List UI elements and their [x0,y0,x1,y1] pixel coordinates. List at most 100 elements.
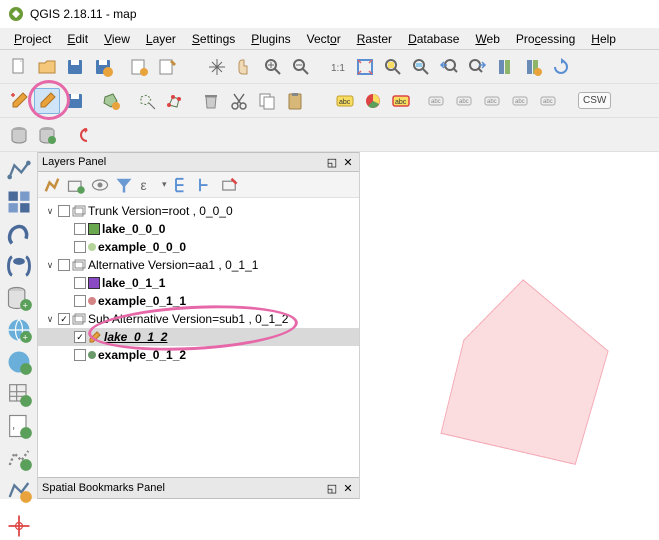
tree-layer[interactable]: example_0_1_1 [38,292,359,310]
collapse-all-button[interactable] [195,175,215,195]
tree-layer[interactable]: lake_0_1_1 [38,274,359,292]
group-checkbox[interactable] [58,313,70,325]
undock-icon[interactable]: ◱ [325,155,339,169]
tree-layer[interactable]: lake_0_1_2 [38,328,359,346]
expression-button[interactable]: ε [138,175,158,195]
cut-button[interactable] [226,88,252,114]
add-raster-button[interactable] [5,188,33,216]
save-as-button[interactable] [90,54,116,80]
add-virtual-button[interactable] [5,444,33,472]
layer-checkbox[interactable] [74,331,86,343]
zoom-native-button[interactable]: 1:1 [324,54,350,80]
style-button[interactable] [42,175,62,195]
current-edits-button[interactable] [6,88,32,114]
menu-view[interactable]: View [98,30,136,48]
menu-database[interactable]: Database [402,30,465,48]
menu-raster[interactable]: Raster [351,30,398,48]
expand-icon[interactable]: ∨ [44,314,56,325]
tree-group[interactable]: ∨ Alternative Version=aa1 , 0_1_1 [38,256,359,274]
change-label-button[interactable]: abc [536,88,562,114]
add-wms-button[interactable]: + [5,316,33,344]
zoom-last-button[interactable] [436,54,462,80]
group-checkbox[interactable] [58,259,70,271]
zoom-selection-button[interactable] [380,54,406,80]
toggle-editing-button[interactable] [34,88,60,114]
new-composer-button[interactable] [126,54,152,80]
tree-layer[interactable]: example_0_1_2 [38,346,359,364]
move-label-button[interactable]: abc [480,88,506,114]
layer-checkbox[interactable] [74,223,86,235]
undock-icon[interactable]: ◱ [325,481,339,495]
diagram-button[interactable] [360,88,386,114]
show-hide-labels-button[interactable]: abc [452,88,478,114]
tree-layer[interactable]: lake_0_0_0 [38,220,359,238]
menu-vector[interactable]: Vector [301,30,347,48]
close-icon[interactable]: ✕ [341,155,355,169]
zoom-layer-button[interactable] [408,54,434,80]
zoom-out-button[interactable] [288,54,314,80]
refresh-button[interactable] [548,54,574,80]
label-highlight-button[interactable]: abc [388,88,414,114]
save-project-button[interactable] [62,54,88,80]
gps-button[interactable] [5,512,33,540]
db-source-button[interactable] [6,122,32,148]
menu-processing[interactable]: Processing [510,30,581,48]
new-project-button[interactable] [6,54,32,80]
visibility-button[interactable] [90,175,110,195]
group-checkbox[interactable] [58,205,70,217]
db-revert-button[interactable] [70,122,96,148]
add-group-button[interactable] [66,175,86,195]
layer-checkbox[interactable] [74,349,86,361]
tree-group[interactable]: ∨ Sub Alternative Version=sub1 , 0_1_2 [38,310,359,328]
add-mssql-button[interactable]: + [5,284,33,312]
layer-checkbox[interactable] [74,295,86,307]
new-shapefile-button[interactable] [5,476,33,504]
expand-icon[interactable]: ∨ [44,260,56,271]
zoom-in-button[interactable] [260,54,286,80]
close-icon[interactable]: ✕ [341,481,355,495]
delete-selected-button[interactable] [198,88,224,114]
copy-button[interactable] [254,88,280,114]
node-tool-button[interactable] [162,88,188,114]
menu-web[interactable]: Web [469,30,505,48]
db-add-button[interactable] [34,122,60,148]
menu-plugins[interactable]: Plugins [245,30,296,48]
zoom-next-button[interactable] [464,54,490,80]
expand-all-button[interactable] [171,175,191,195]
add-wfs-button[interactable] [5,380,33,408]
tree-layer[interactable]: example_0_0_0 [38,238,359,256]
pan-button[interactable] [204,54,230,80]
label-abc-button[interactable]: abc [332,88,358,114]
add-spatialite-button[interactable] [5,220,33,248]
open-project-button[interactable] [34,54,60,80]
move-feature-button[interactable] [134,88,160,114]
expand-icon[interactable]: ∨ [44,206,56,217]
show-bookmarks-button[interactable] [520,54,546,80]
filter-button[interactable] [114,175,134,195]
add-vector-button[interactable] [5,156,33,184]
pin-labels-button[interactable]: abc [424,88,450,114]
menu-settings[interactable]: Settings [186,30,241,48]
remove-layer-button[interactable] [219,175,239,195]
tree-group[interactable]: ∨ Trunk Version=root , 0_0_0 [38,202,359,220]
menu-help[interactable]: Help [585,30,622,48]
layer-checkbox[interactable] [74,277,86,289]
map-canvas[interactable] [360,152,659,499]
zoom-full-button[interactable] [352,54,378,80]
composer-manager-button[interactable] [154,54,180,80]
save-edits-button[interactable] [62,88,88,114]
new-bookmark-button[interactable] [492,54,518,80]
csw-button[interactable]: CSW [578,92,611,109]
menu-edit[interactable]: Edit [61,30,94,48]
layer-checkbox[interactable] [74,241,86,253]
pan-to-selection-button[interactable] [232,54,258,80]
layer-tree[interactable]: ∨ Trunk Version=root , 0_0_0 lake_0_0_0 … [38,198,359,477]
add-delimited-button[interactable]: , [5,412,33,440]
add-feature-button[interactable] [98,88,124,114]
add-postgis-button[interactable] [5,252,33,280]
menu-layer[interactable]: Layer [140,30,182,48]
menu-project[interactable]: Project [8,30,57,48]
rotate-label-button[interactable]: abc [508,88,534,114]
add-wcs-button[interactable] [5,348,33,376]
paste-button[interactable] [282,88,308,114]
